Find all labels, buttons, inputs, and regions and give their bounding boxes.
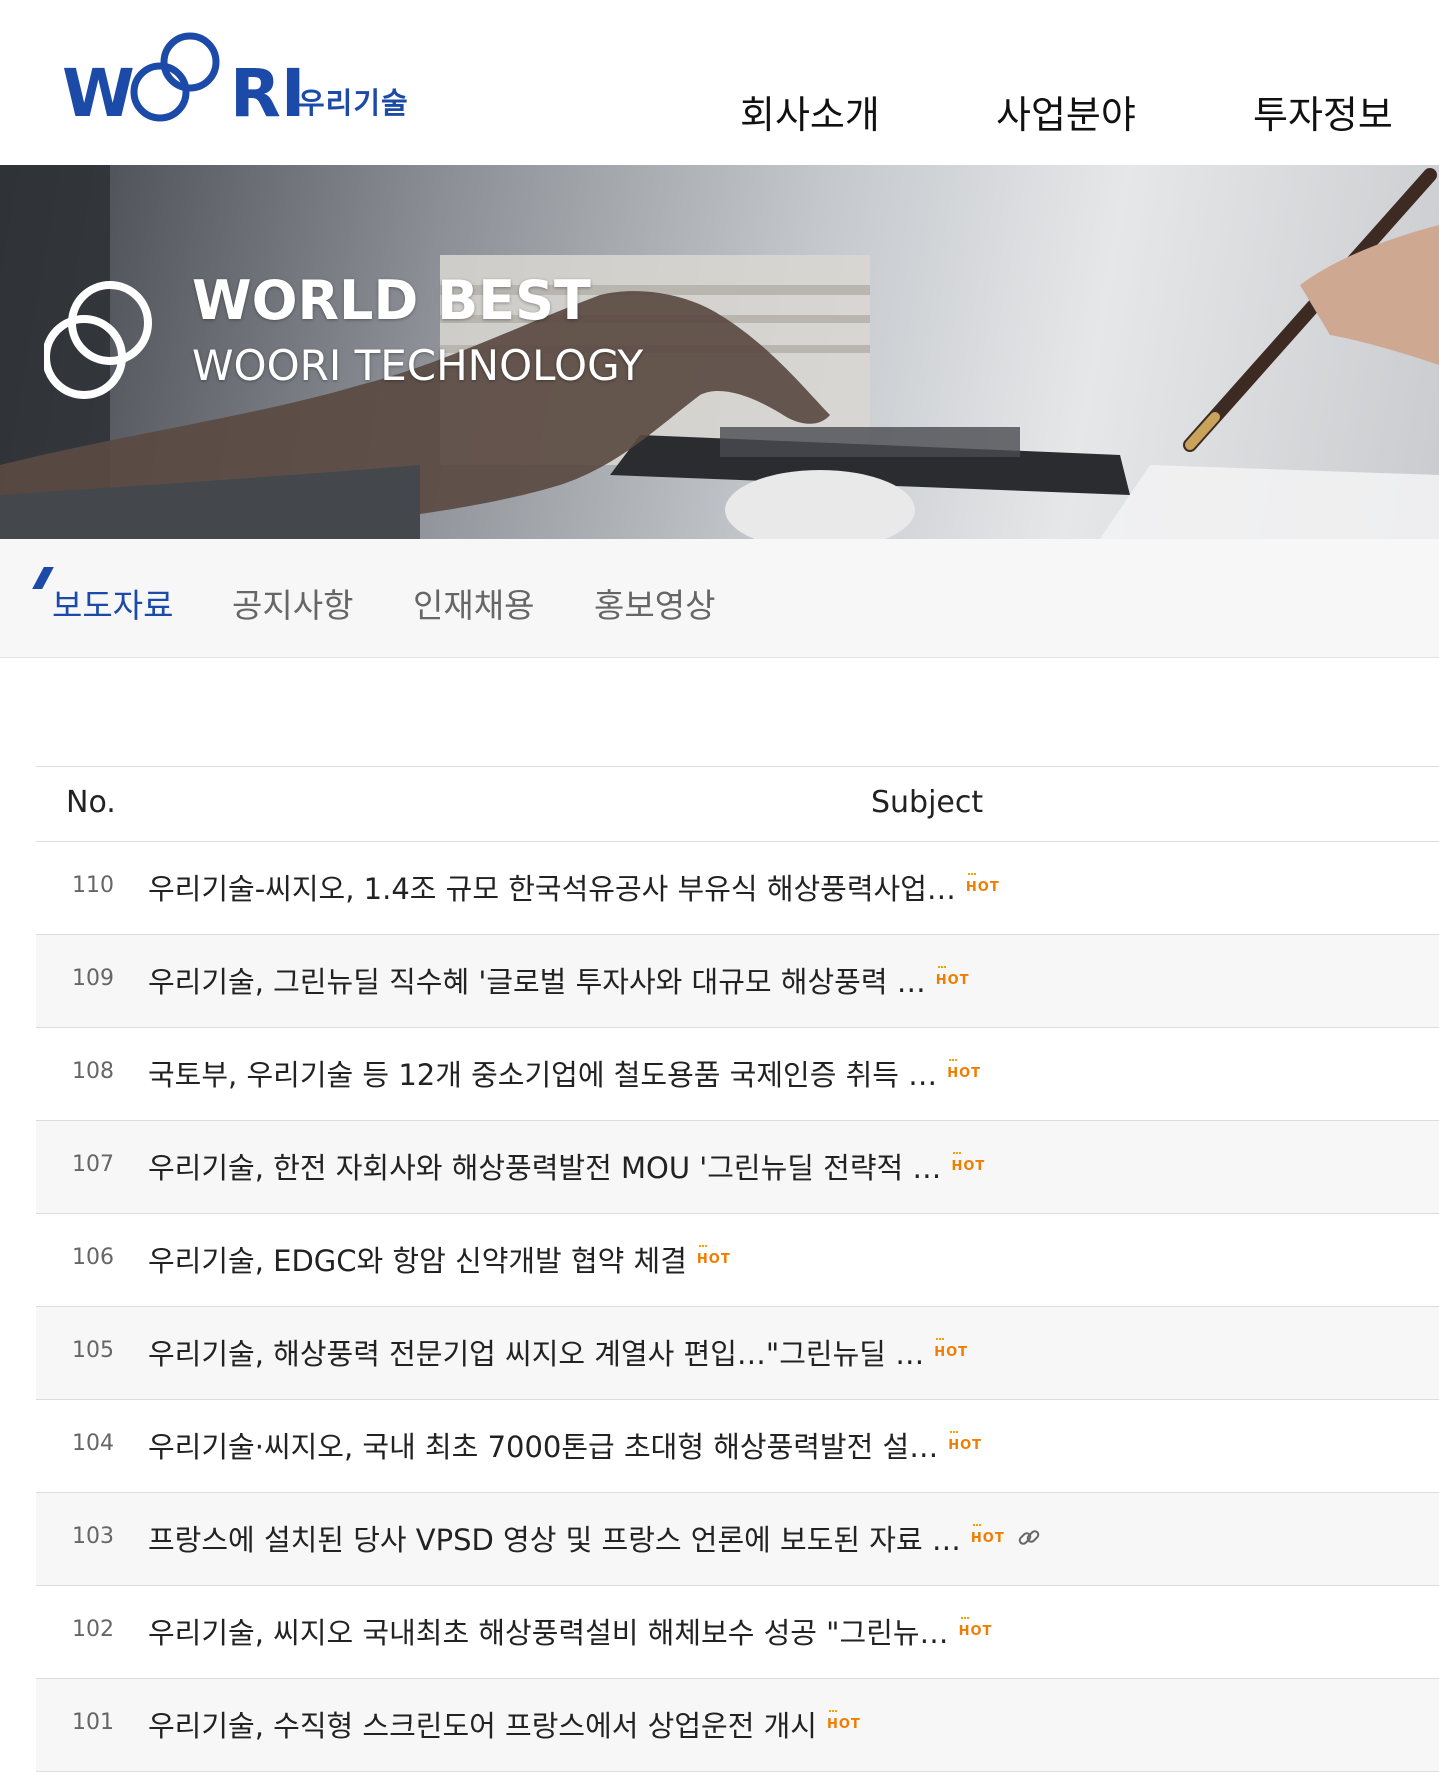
svg-text:W: W xyxy=(62,55,135,132)
tab-notice[interactable]: 공지사항 xyxy=(232,579,353,627)
row-subject-link[interactable]: 우리기술-씨지오, 1.4조 규모 한국석유공사 부유식 해상풍력사업… HOT xyxy=(148,866,1000,908)
row-subject-text: 우리기술, 그린뉴딜 직수혜 '글로벌 투자사와 대규모 해상풍력 … xyxy=(148,965,926,999)
table-row[interactable]: 108 국토부, 우리기술 등 12개 중소기업에 철도용품 국제인증 취득 … H… xyxy=(36,1028,1439,1121)
row-number: 110 xyxy=(72,873,114,898)
row-number: 101 xyxy=(72,1710,114,1735)
active-tab-marker xyxy=(32,567,54,589)
press-release-board: No. Subject 110 우리기술-씨지오, 1.4조 규모 한국석유공사 … xyxy=(36,766,1439,1772)
row-subject-text: 우리기술, 수직형 스크린도어 프랑스에서 상업운전 개시 xyxy=(148,1709,817,1743)
row-subject-link[interactable]: 우리기술, 씨지오 국내최초 해상풍력설비 해체보수 성공 "그린뉴… HOT xyxy=(148,1610,992,1652)
row-subject-link[interactable]: 우리기술, 수직형 스크린도어 프랑스에서 상업운전 개시 HOT xyxy=(148,1703,861,1745)
table-row[interactable]: 109 우리기술, 그린뉴딜 직수혜 '글로벌 투자사와 대규모 해상풍력 … HO… xyxy=(36,935,1439,1028)
hot-badge-icon: HOT xyxy=(826,1709,861,1732)
hot-badge-icon: HOT xyxy=(951,1151,986,1174)
tab-promo-video[interactable]: 홍보영상 xyxy=(594,579,715,627)
row-subject-text: 프랑스에 설치된 당사 VPSD 영상 및 프랑스 언론에 보도된 자료 … xyxy=(148,1523,961,1557)
row-number: 106 xyxy=(72,1245,114,1270)
hot-badge-icon: HOT xyxy=(958,1616,993,1639)
table-row[interactable]: 105 우리기술, 해상풍력 전문기업 씨지오 계열사 편입…"그린뉴딜 … HOT xyxy=(36,1307,1439,1400)
row-number: 107 xyxy=(72,1152,114,1177)
hero-title: WORLD BEST xyxy=(192,269,591,332)
column-header-no: No. xyxy=(66,785,116,820)
row-subject-text: 우리기술·씨지오, 국내 최초 7000톤급 초대형 해상풍력발전 설… xyxy=(148,1430,939,1464)
hot-badge-icon: HOT xyxy=(947,1058,981,1081)
board-rows: 110 우리기술-씨지오, 1.4조 규모 한국석유공사 부유식 해상풍력사업… H… xyxy=(36,842,1439,1772)
logo-korean-name: 우리기술 xyxy=(298,86,409,120)
hero-subtitle: WOORI TECHNOLOGY xyxy=(192,341,644,390)
row-subject-link[interactable]: 국토부, 우리기술 등 12개 중소기업에 철도용품 국제인증 취득 … HOT xyxy=(148,1052,981,1094)
table-row[interactable]: 104 우리기술·씨지오, 국내 최초 7000톤급 초대형 해상풍력발전 설… H… xyxy=(36,1400,1439,1493)
tab-press-release[interactable]: 보도자료 xyxy=(52,579,173,627)
hot-badge-icon: HOT xyxy=(696,1244,731,1267)
tab-recruit[interactable]: 인재채용 xyxy=(413,579,534,627)
column-header-subject: Subject xyxy=(871,785,984,820)
table-row[interactable]: 107 우리기술, 한전 자회사와 해상풍력발전 MOU '그린뉴딜 전략적 … H… xyxy=(36,1121,1439,1214)
hot-badge-icon: HOT xyxy=(934,1337,969,1360)
row-subject-link[interactable]: 우리기술, 한전 자회사와 해상풍력발전 MOU '그린뉴딜 전략적 … HOT xyxy=(148,1145,985,1187)
row-subject-text: 우리기술, 한전 자회사와 해상풍력발전 MOU '그린뉴딜 전략적 … xyxy=(148,1151,942,1185)
row-subject-text: 우리기술, 씨지오 국내최초 해상풍력설비 해체보수 성공 "그린뉴… xyxy=(148,1616,949,1650)
row-number: 104 xyxy=(72,1431,114,1456)
row-subject-link[interactable]: 프랑스에 설치된 당사 VPSD 영상 및 프랑스 언론에 보도된 자료 … HO… xyxy=(148,1517,1041,1559)
rings-emblem-icon xyxy=(44,281,152,399)
row-subject-text: 우리기술, EDGC와 항암 신약개발 협약 체결 xyxy=(148,1244,687,1278)
row-subject-link[interactable]: 우리기술, EDGC와 항암 신약개발 협약 체결 HOT xyxy=(148,1238,731,1280)
link-icon xyxy=(1018,1530,1039,1545)
board-header-row: No. Subject xyxy=(36,766,1439,842)
table-row[interactable]: 110 우리기술-씨지오, 1.4조 규모 한국석유공사 부유식 해상풍력사업… H… xyxy=(36,842,1439,935)
hot-badge-icon: HOT xyxy=(948,1430,983,1453)
row-number: 105 xyxy=(72,1338,114,1363)
table-row[interactable]: 101 우리기술, 수직형 스크린도어 프랑스에서 상업운전 개시 HOT xyxy=(36,1679,1439,1772)
row-subject-text: 우리기술, 해상풍력 전문기업 씨지오 계열사 편입…"그린뉴딜 … xyxy=(148,1337,925,1371)
row-subject-link[interactable]: 우리기술·씨지오, 국내 최초 7000톤급 초대형 해상풍력발전 설… HOT xyxy=(148,1424,982,1466)
hot-badge-icon: HOT xyxy=(970,1523,1005,1546)
hot-badge-icon: HOT xyxy=(965,872,1000,895)
hot-badge-icon: HOT xyxy=(935,965,970,988)
table-row[interactable]: 106 우리기술, EDGC와 항암 신약개발 협약 체결 HOT xyxy=(36,1214,1439,1307)
row-number: 103 xyxy=(72,1524,114,1549)
row-subject-link[interactable]: 우리기술, 그린뉴딜 직수혜 '글로벌 투자사와 대규모 해상풍력 … HOT xyxy=(148,959,970,1001)
row-subject-text: 국토부, 우리기술 등 12개 중소기업에 철도용품 국제인증 취득 … xyxy=(148,1058,938,1092)
hero-banner: WORLD BEST WOORI TECHNOLOGY xyxy=(0,165,1439,539)
row-subject-text: 우리기술-씨지오, 1.4조 규모 한국석유공사 부유식 해상풍력사업… xyxy=(148,872,956,906)
table-row[interactable]: 102 우리기술, 씨지오 국내최초 해상풍력설비 해체보수 성공 "그린뉴… HO… xyxy=(36,1586,1439,1679)
svg-text:RI: RI xyxy=(230,55,305,132)
nav-company-intro[interactable]: 회사소개 xyxy=(740,84,880,139)
table-row[interactable]: 103 프랑스에 설치된 당사 VPSD 영상 및 프랑스 언론에 보도된 자료 … xyxy=(36,1493,1439,1586)
row-subject-link[interactable]: 우리기술, 해상풍력 전문기업 씨지오 계열사 편입…"그린뉴딜 … HOT xyxy=(148,1331,968,1373)
company-logo[interactable]: W RI 우리기술 xyxy=(62,22,422,132)
row-number: 102 xyxy=(72,1617,114,1642)
row-number: 108 xyxy=(72,1059,114,1084)
nav-investor[interactable]: 투자정보 xyxy=(1253,84,1393,139)
row-number: 109 xyxy=(72,966,114,991)
site-header: W RI 우리기술 회사소개 사업분야 투자정보 xyxy=(0,0,1439,165)
sub-tabs: 보도자료 공지사항 인재채용 홍보영상 xyxy=(0,539,1439,658)
nav-business[interactable]: 사업분야 xyxy=(996,84,1136,139)
